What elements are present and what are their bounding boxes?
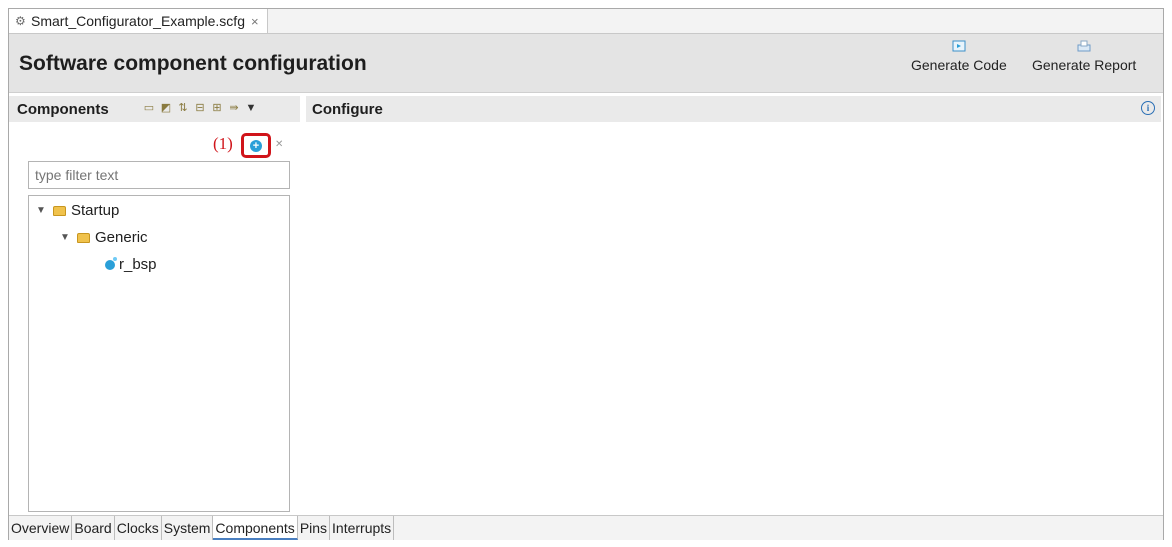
editor-tab[interactable]: ⚙ Smart_Configurator_Example.scfg × bbox=[9, 9, 268, 33]
close-icon[interactable]: × bbox=[251, 14, 259, 29]
add-component-icon: + bbox=[250, 139, 262, 152]
configure-panel-title: Configure bbox=[312, 101, 383, 118]
expand-all-icon[interactable]: ⊞ bbox=[211, 102, 223, 114]
view-by-category-icon[interactable]: ▭ bbox=[143, 102, 155, 114]
remove-component-icon[interactable]: ✕ bbox=[275, 140, 285, 150]
view-menu-icon[interactable]: ▼ bbox=[245, 102, 257, 114]
tab-pins[interactable]: Pins bbox=[298, 516, 331, 540]
bottom-tab-bar: Overview Board Clocks System Components … bbox=[9, 515, 1163, 540]
tab-interrupts[interactable]: Interrupts bbox=[330, 516, 395, 540]
configure-panel-header: Configure i bbox=[306, 96, 1161, 122]
tree-node-r-bsp[interactable]: r_bsp bbox=[105, 256, 157, 273]
tree-node-startup[interactable]: ▼ Startup bbox=[35, 202, 119, 219]
components-panel-header: Components ▭ ◩ ⇅ ⊟ ⊞ ⇛ ▼ bbox=[9, 96, 300, 122]
tree-node-label: Generic bbox=[95, 229, 148, 246]
link-with-editor-icon[interactable]: ⇛ bbox=[228, 102, 240, 114]
view-by-function-icon[interactable]: ◩ bbox=[160, 102, 172, 114]
generate-report-icon bbox=[1077, 40, 1091, 52]
tab-system[interactable]: System bbox=[162, 516, 214, 540]
info-icon[interactable]: i bbox=[1141, 101, 1155, 115]
component-icon bbox=[105, 256, 117, 270]
page-header: Software component configuration Generat… bbox=[9, 34, 1163, 93]
generate-code-label: Generate Code bbox=[911, 57, 1007, 73]
editor-tab-title: Smart_Configurator_Example.scfg bbox=[31, 13, 245, 29]
generate-code-icon bbox=[952, 40, 966, 52]
folder-icon bbox=[53, 205, 66, 216]
tab-board[interactable]: Board bbox=[72, 516, 115, 540]
components-tree: ▼ Startup ▼ Generic r_bsp bbox=[28, 195, 290, 512]
collapse-all-icon[interactable]: ⊟ bbox=[194, 102, 206, 114]
tree-node-generic[interactable]: ▼ Generic bbox=[59, 229, 148, 246]
tree-node-label: Startup bbox=[71, 202, 120, 219]
tab-overview[interactable]: Overview bbox=[9, 516, 73, 540]
components-toolbar: ▭ ◩ ⇅ ⊟ ⊞ ⇛ ▼ bbox=[143, 102, 257, 114]
chevron-down-icon[interactable]: ▼ bbox=[59, 232, 71, 243]
add-component-button[interactable]: + bbox=[241, 133, 271, 158]
components-panel: Components ▭ ◩ ⇅ ⊟ ⊞ ⇛ ▼ (1) + ✕ ▼ Start… bbox=[9, 96, 300, 514]
folder-icon bbox=[77, 232, 90, 243]
generate-report-label: Generate Report bbox=[1032, 57, 1137, 73]
generate-report-button[interactable]: Generate Report bbox=[1032, 40, 1136, 73]
sort-icon[interactable]: ⇅ bbox=[177, 102, 189, 114]
editor-window: ⚙ Smart_Configurator_Example.scfg × Soft… bbox=[8, 8, 1164, 540]
filter-input[interactable] bbox=[28, 161, 290, 189]
page-title: Software component configuration bbox=[19, 52, 367, 75]
tree-node-label: r_bsp bbox=[119, 256, 157, 273]
tab-clocks[interactable]: Clocks bbox=[115, 516, 162, 540]
gear-icon: ⚙ bbox=[15, 14, 26, 28]
components-panel-title: Components bbox=[17, 101, 109, 118]
generate-code-button[interactable]: Generate Code bbox=[911, 40, 1007, 73]
tab-components[interactable]: Components bbox=[213, 516, 298, 540]
editor-tab-bar: ⚙ Smart_Configurator_Example.scfg × bbox=[9, 9, 1163, 34]
chevron-down-icon[interactable]: ▼ bbox=[35, 205, 47, 216]
configure-panel: Configure i bbox=[306, 96, 1161, 516]
callout-label: (1) bbox=[213, 134, 233, 153]
